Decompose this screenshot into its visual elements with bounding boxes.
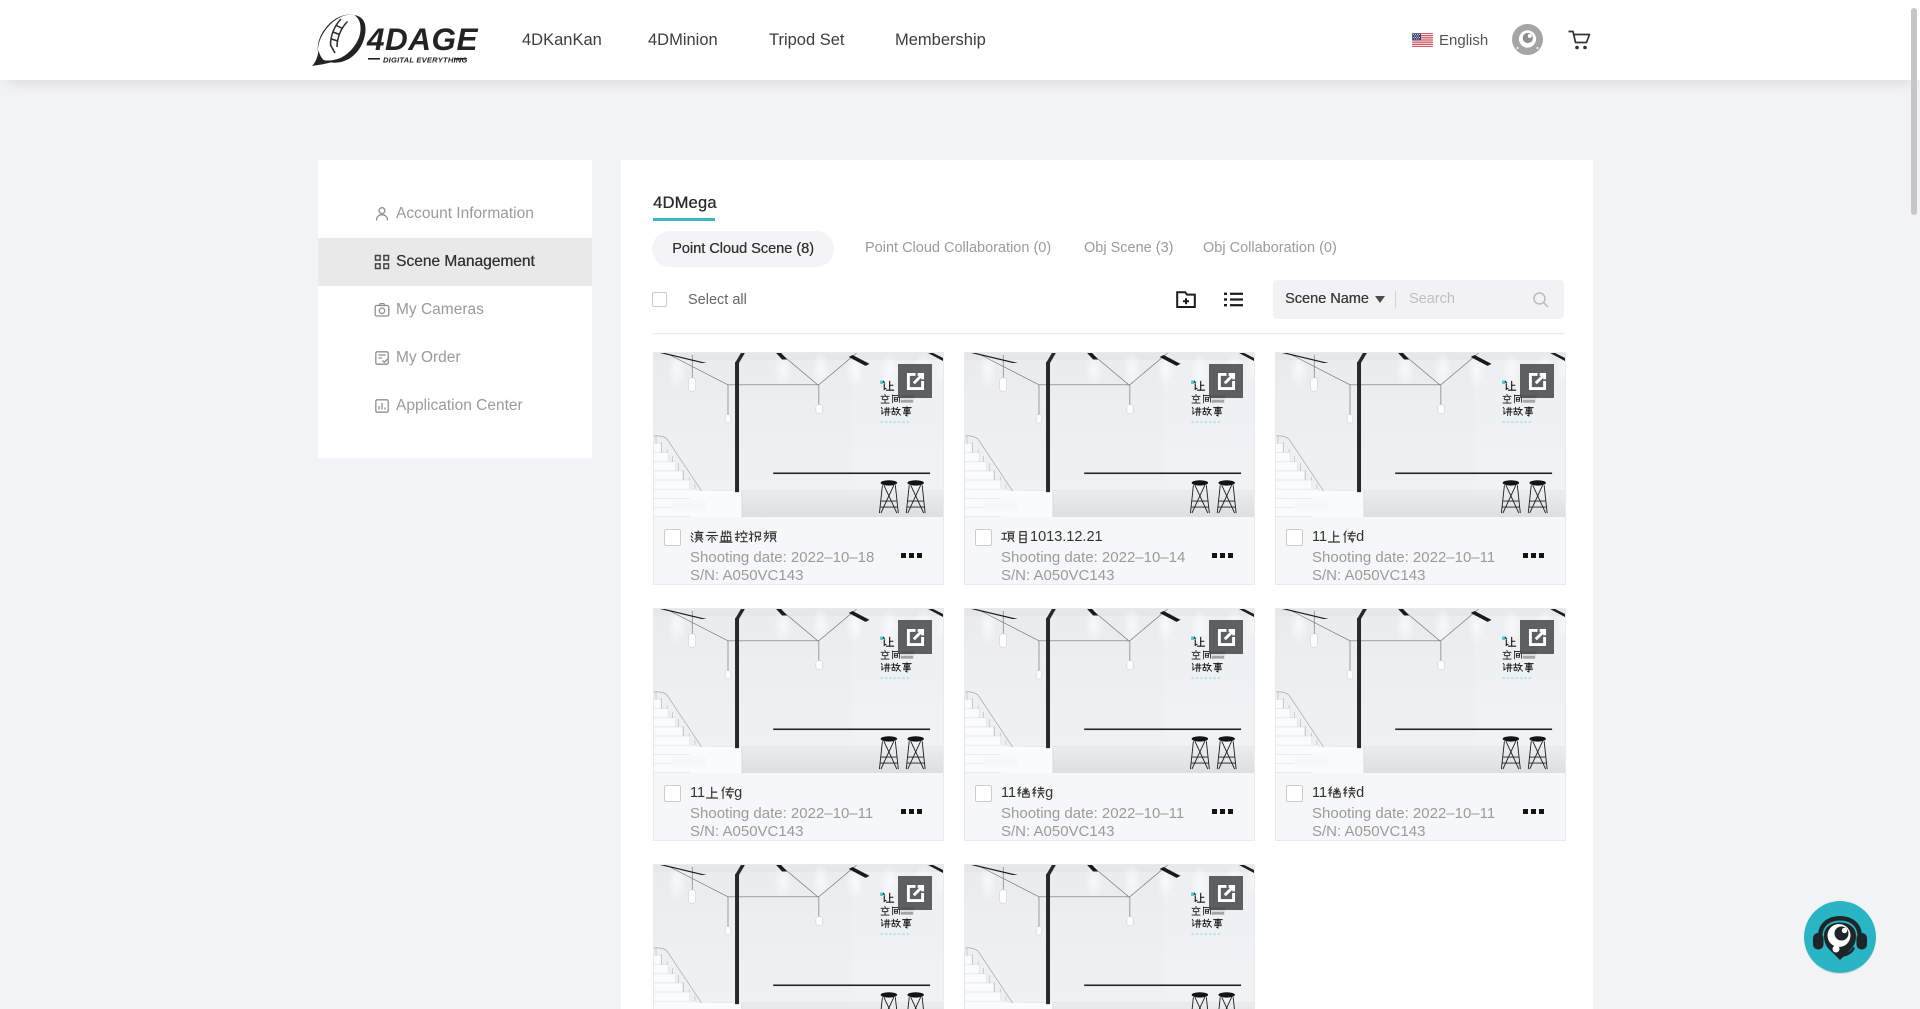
svg-text:4DAGE: 4DAGE (366, 21, 479, 57)
svg-text:DIGITAL EVERYTHING: DIGITAL EVERYTHING (383, 55, 468, 64)
